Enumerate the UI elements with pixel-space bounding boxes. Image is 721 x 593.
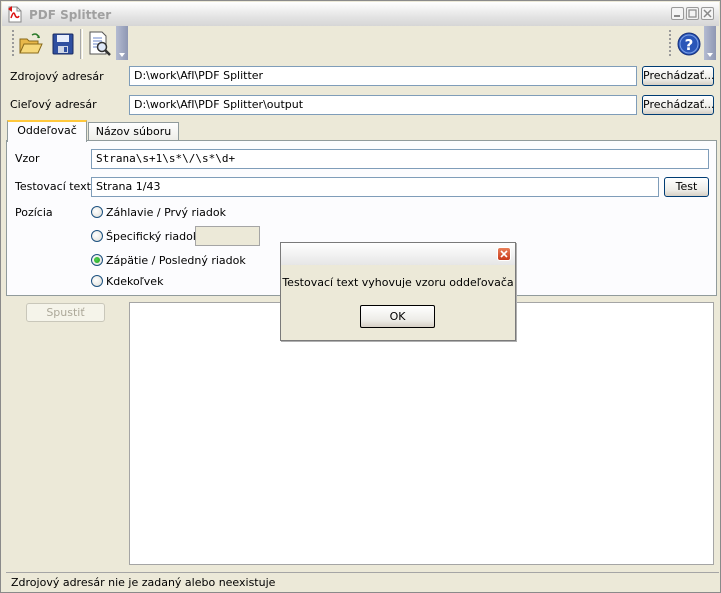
close-icon <box>500 250 508 258</box>
radio-anywhere[interactable] <box>91 275 103 287</box>
source-browse-button[interactable]: Prechádzať... <box>642 66 715 86</box>
test-button[interactable]: Test <box>664 177 709 197</box>
status-text: Zdrojový adresár nie je zadaný alebo nee… <box>11 576 276 589</box>
dialog-title-bar[interactable] <box>281 243 515 265</box>
source-dir-label: Zdrojový adresár <box>10 70 104 83</box>
pattern-label: Vzor <box>15 152 40 165</box>
dialog-message: Testovací text vyhovuje vzoru oddeľovača <box>282 276 514 289</box>
specific-line-input[interactable] <box>195 226 260 246</box>
dialog-ok-button[interactable]: OK <box>360 305 435 328</box>
status-bar: Zdrojový adresár nie je zadaný alebo nee… <box>6 572 719 591</box>
output-log[interactable] <box>129 302 714 565</box>
test-text-input[interactable]: Strana 1/43 <box>91 177 659 197</box>
test-text-label: Testovací text <box>15 180 91 193</box>
dialog-close-button[interactable] <box>497 247 511 261</box>
preview-button[interactable] <box>86 29 112 59</box>
app-window: PDF Splitter ? Zdrojový adresár D:\work\… <box>0 0 721 593</box>
help-icon: ? <box>677 32 701 56</box>
source-dir-input[interactable]: D:\work\AfI\PDF Splitter <box>129 66 637 86</box>
save-button[interactable] <box>50 29 76 59</box>
title-bar[interactable]: PDF Splitter <box>2 2 719 26</box>
maximize-button[interactable] <box>686 7 699 20</box>
radio-specific-line-label[interactable]: Špecifický riadok <box>106 230 199 243</box>
chevron-down-icon <box>707 53 713 57</box>
toolbar-grip-right[interactable] <box>669 30 671 58</box>
help-button[interactable]: ? <box>676 29 702 59</box>
close-button[interactable] <box>701 7 714 20</box>
toolbar-separator <box>80 29 83 59</box>
toolbar: ? <box>2 26 719 63</box>
message-dialog: Testovací text vyhovuje vzoru oddeľovača… <box>280 242 516 341</box>
target-dir-input[interactable]: D:\work\AfI\PDF Splitter\output <box>129 95 637 115</box>
radio-specific-line[interactable] <box>91 230 103 242</box>
tab-filename[interactable]: Názov súboru <box>88 122 179 142</box>
minimize-button[interactable] <box>671 7 684 20</box>
target-browse-button[interactable]: Prechádzať... <box>642 95 715 115</box>
window-title: PDF Splitter <box>29 8 112 22</box>
toolbar-overflow-chevron[interactable] <box>116 26 128 60</box>
radio-footer-last-line[interactable] <box>91 254 103 266</box>
radio-footer-last-line-label[interactable]: Zápätie / Posledný riadok <box>106 254 246 267</box>
minimize-icon <box>674 15 680 17</box>
radio-anywhere-label[interactable]: Kdekoľvek <box>106 275 163 288</box>
position-label: Pozícia <box>15 206 53 219</box>
maximize-icon <box>688 9 697 18</box>
radio-header-first-line[interactable] <box>91 206 103 218</box>
floppy-disk-icon <box>52 33 74 55</box>
open-button[interactable] <box>18 29 44 59</box>
toolbar-overflow-chevron-right[interactable] <box>704 26 716 60</box>
chevron-down-icon <box>119 53 125 57</box>
tab-separator[interactable]: Oddeľovač <box>7 120 87 142</box>
close-icon <box>703 9 712 18</box>
radio-header-first-line-label[interactable]: Záhlavie / Prvý riadok <box>106 206 226 219</box>
target-dir-label: Cieľový adresár <box>10 98 97 111</box>
toolbar-grip[interactable] <box>12 30 14 58</box>
pdf-document-icon <box>8 6 22 23</box>
run-button[interactable]: Spustiť <box>26 303 105 322</box>
svg-text:?: ? <box>685 36 694 54</box>
pattern-input[interactable]: Strana\s+1\s*\/\s*\d+ <box>91 149 709 169</box>
folder-open-icon <box>19 33 43 54</box>
document-magnify-icon <box>89 31 111 56</box>
